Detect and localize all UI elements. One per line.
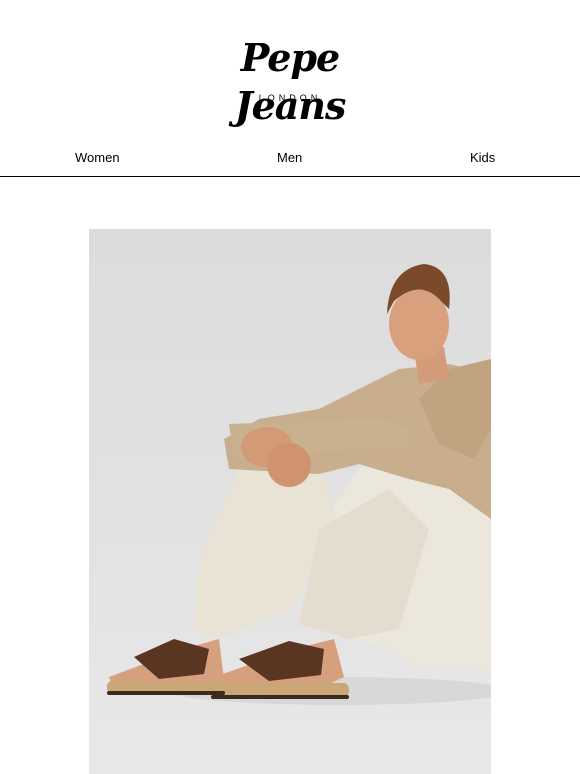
nav-item-kids[interactable]: Kids	[470, 150, 495, 166]
hero-image-link[interactable]	[89, 229, 491, 774]
email-header: Pepe Jeans LONDON	[0, 0, 580, 140]
main-navigation: Women Men Kids	[0, 140, 580, 177]
nav-item-men[interactable]: Men	[277, 150, 302, 166]
brand-logo-location: LONDON	[258, 93, 322, 103]
brand-logo-link[interactable]: Pepe Jeans LONDON	[190, 34, 390, 128]
hero-photo-man-seated-in-sandals	[107, 264, 491, 705]
nav-item-women[interactable]: Women	[75, 150, 120, 166]
brand-logo-wordmark: Pepe Jeans	[234, 35, 347, 128]
